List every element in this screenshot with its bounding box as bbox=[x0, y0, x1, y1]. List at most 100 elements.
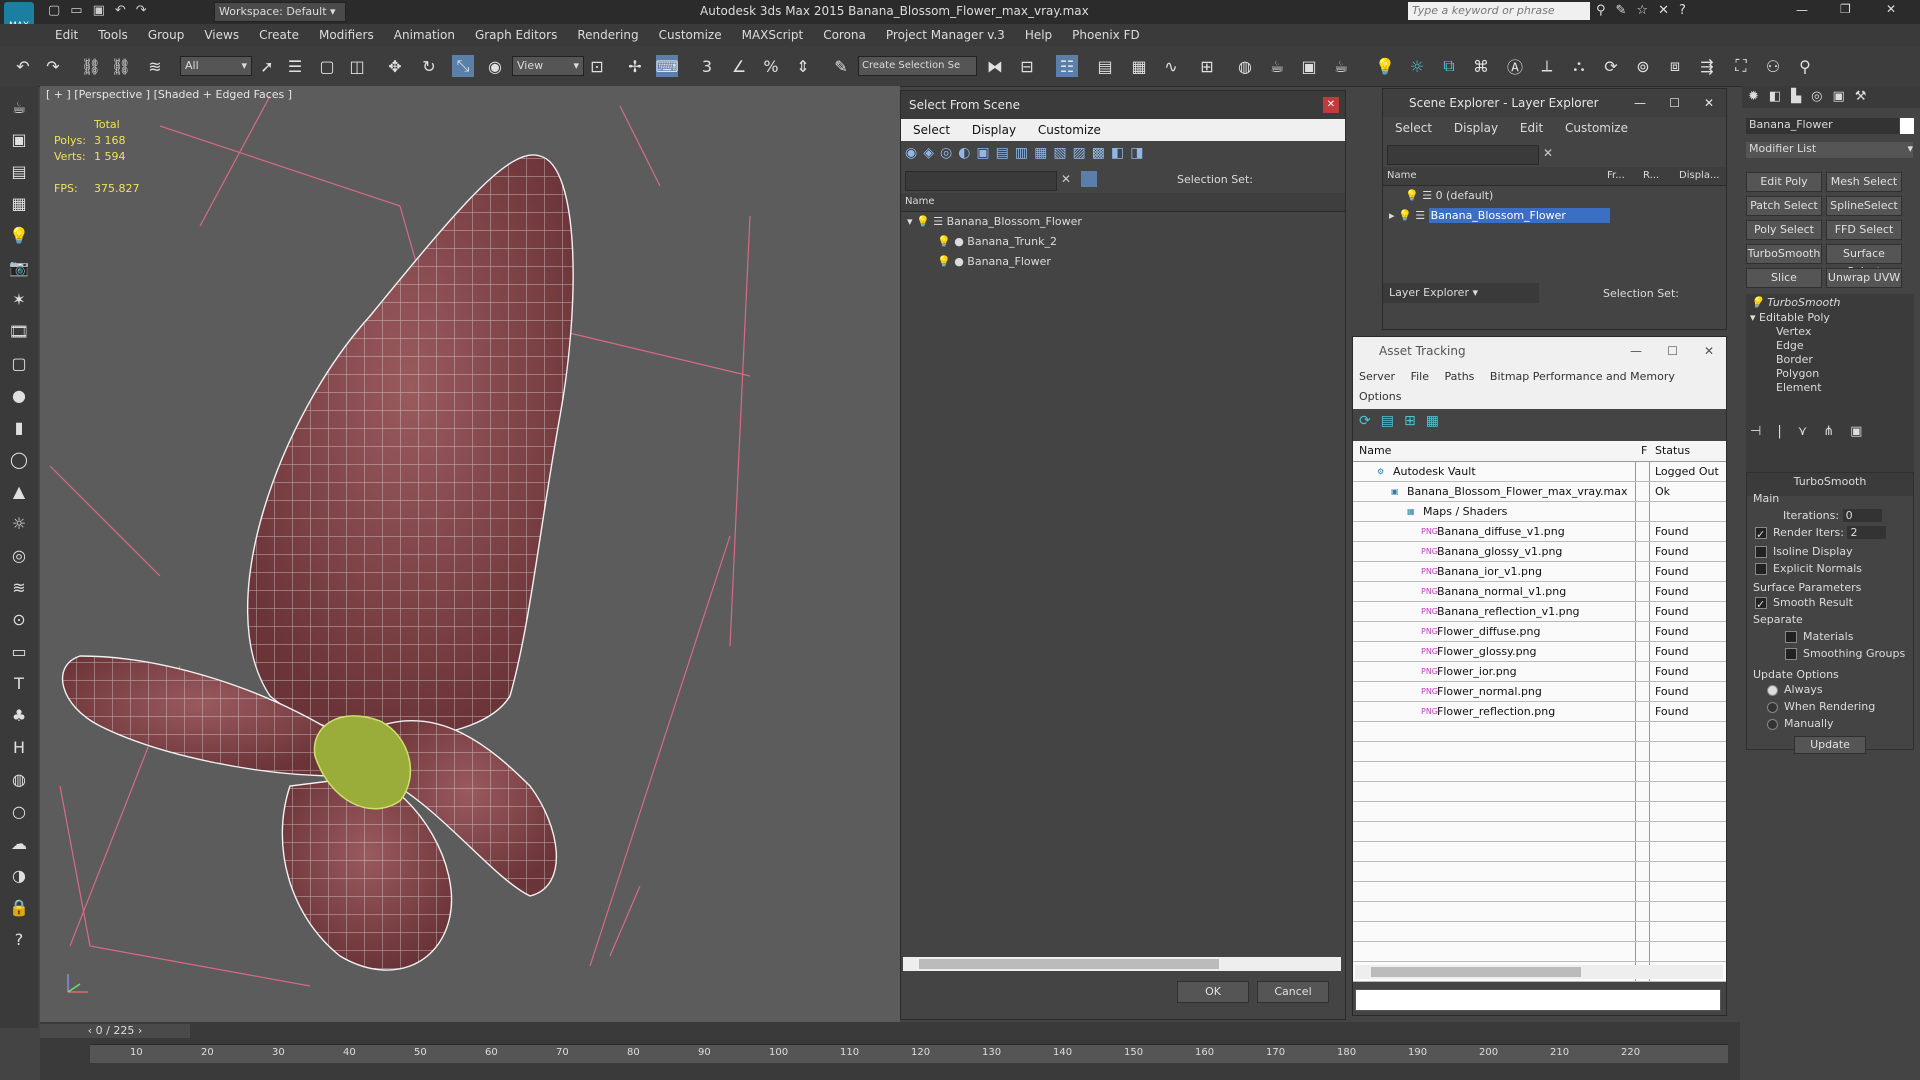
cancel-button[interactable]: Cancel bbox=[1257, 981, 1329, 1003]
tree-icon[interactable]: ♣ bbox=[8, 704, 30, 726]
plugin-icon-6[interactable]: ⇶ bbox=[1696, 55, 1718, 77]
plugin-icon-2[interactable]: ⛬ bbox=[1568, 55, 1590, 77]
asset-row[interactable] bbox=[1353, 762, 1726, 782]
asset-row[interactable]: PNG Banana_normal_v1.png Found bbox=[1353, 582, 1726, 602]
col-frozen[interactable]: Fr... bbox=[1607, 167, 1625, 185]
col-f[interactable]: F bbox=[1641, 441, 1647, 461]
asset-row[interactable] bbox=[1353, 902, 1726, 922]
asset-row[interactable]: PNG Banana_diffuse_v1.png Found bbox=[1353, 522, 1726, 542]
find-input[interactable] bbox=[1387, 145, 1539, 165]
rollout-header[interactable]: TurboSmooth bbox=[1747, 473, 1913, 490]
filter-toggle-icon[interactable] bbox=[1081, 171, 1097, 187]
scale-icon[interactable]: ⤡ bbox=[452, 55, 474, 77]
redo-icon[interactable]: ↷ bbox=[42, 55, 64, 77]
scene-icon[interactable]: ▣ bbox=[8, 128, 30, 150]
menu-display[interactable]: Display bbox=[1454, 121, 1498, 135]
menu-item-animation[interactable]: Animation bbox=[394, 24, 455, 46]
box-icon[interactable]: ▢ bbox=[8, 352, 30, 374]
asset-row[interactable] bbox=[1353, 862, 1726, 882]
stack-item-turbosmooth[interactable]: 💡 TurboSmooth bbox=[1746, 294, 1914, 309]
graphite-toolbar-icon[interactable]: ▦ bbox=[1128, 55, 1150, 77]
modifier-list-dropdown[interactable]: Modifier List ▾ bbox=[1746, 142, 1913, 158]
menu-paths[interactable]: Paths bbox=[1445, 370, 1475, 383]
cylinder-icon[interactable]: ▮ bbox=[8, 416, 30, 438]
asset-row[interactable] bbox=[1353, 722, 1726, 742]
light-icon[interactable]: 💡 bbox=[8, 224, 30, 246]
sun-icon[interactable]: ☼ bbox=[1406, 55, 1428, 77]
plugin-icon-9[interactable]: ⚲ bbox=[1794, 55, 1816, 77]
modifier-button-splineselect[interactable]: SplineSelect bbox=[1826, 196, 1902, 216]
help-icon[interactable]: ? bbox=[8, 928, 30, 950]
asset-toolbar-icons[interactable]: ⟳▤⊞▦ bbox=[1359, 413, 1449, 429]
menu-item-views[interactable]: Views bbox=[204, 24, 239, 46]
asset-row[interactable]: ▣ Banana_Blossom_Flower_max_vray.max Ok bbox=[1353, 482, 1726, 502]
help-tools-icons[interactable]: ⚲✎☆✕? bbox=[1596, 3, 1696, 18]
modifier-button-poly-select[interactable]: Poly Select bbox=[1746, 220, 1822, 240]
manually-radio[interactable] bbox=[1767, 718, 1778, 730]
menu-item-customize[interactable]: Customize bbox=[659, 24, 722, 46]
asset-row[interactable]: ⚙ Autodesk Vault Logged Out bbox=[1353, 462, 1726, 482]
keyboard-shortcut-icon[interactable]: ⌨ bbox=[655, 55, 679, 77]
move-icon[interactable]: ✥ bbox=[384, 55, 406, 77]
minimize-button[interactable]: — bbox=[1630, 337, 1642, 365]
asset-row[interactable] bbox=[1353, 742, 1726, 762]
menu-edit[interactable]: Edit bbox=[1520, 121, 1543, 135]
bind-space-warp-icon[interactable]: ≋ bbox=[144, 55, 166, 77]
menu-item-help[interactable]: Help bbox=[1025, 24, 1052, 46]
layer-row-default[interactable]: 💡 ☰ 0 (default) bbox=[1383, 186, 1726, 206]
unlink-icon[interactable]: ⛓ bbox=[110, 55, 132, 77]
stack-item-edge[interactable]: Edge bbox=[1746, 338, 1914, 352]
quick-access-icons[interactable]: ▢▭▣↶↷ bbox=[48, 3, 157, 18]
select-by-name-icon[interactable]: ☰ bbox=[284, 55, 306, 77]
stack-controls[interactable]: ⊣|⋎⋔▣ bbox=[1750, 424, 1878, 439]
schematic-view-icon[interactable]: ⊞ bbox=[1196, 55, 1218, 77]
object-name-input[interactable]: Banana_Flower bbox=[1746, 118, 1899, 134]
rendered-frame-window-icon[interactable]: ▣ bbox=[1298, 55, 1320, 77]
command-panel-tabs[interactable]: ✹◧▙◎▣⚒ bbox=[1742, 86, 1920, 108]
smooth-result-checkbox[interactable]: ✓ bbox=[1755, 597, 1767, 611]
render-icon[interactable]: ☁ bbox=[8, 832, 30, 854]
update-button[interactable]: Update bbox=[1794, 736, 1866, 754]
link-icon[interactable]: ⛓ bbox=[80, 55, 102, 77]
plugin-icon-8[interactable]: ⚇ bbox=[1762, 55, 1784, 77]
snap-toggle-icon[interactable]: 3 bbox=[696, 55, 718, 77]
stack-item-editable-poly[interactable]: ▾ Editable Poly bbox=[1746, 309, 1914, 324]
object-color-swatch[interactable] bbox=[1900, 118, 1914, 134]
toggle-scene-explorer-icon[interactable]: ☷ bbox=[1056, 55, 1078, 77]
vray-frame-buffer-icon[interactable]: ⧉ bbox=[1438, 55, 1460, 77]
spring-icon[interactable]: ≋ bbox=[8, 576, 30, 598]
perspective-viewport[interactable]: [ + ] [Perspective ] [Shaded + Edged Fac… bbox=[40, 86, 900, 1022]
place-icon[interactable]: ◉ bbox=[484, 55, 506, 77]
close-button[interactable]: ✕ bbox=[1704, 89, 1714, 117]
plugin-icon-3[interactable]: ⟳ bbox=[1600, 55, 1622, 77]
circle-icon[interactable]: ○ bbox=[8, 800, 30, 822]
close-button[interactable]: ✕ bbox=[1886, 2, 1896, 16]
selection-filter-dropdown[interactable]: All ▾ bbox=[180, 56, 252, 76]
undo-icon[interactable]: ↶ bbox=[12, 55, 34, 77]
stack-item-polygon[interactable]: Polygon bbox=[1746, 366, 1914, 380]
menu-customize[interactable]: Customize bbox=[1565, 121, 1628, 135]
select-object-icon[interactable]: ➚ bbox=[256, 55, 278, 77]
reference-coordinate-dropdown[interactable]: View ▾ bbox=[512, 56, 584, 76]
material-editor-icon[interactable]: ◍ bbox=[1234, 55, 1256, 77]
horizontal-scrollbar[interactable] bbox=[903, 957, 1341, 971]
always-radio[interactable] bbox=[1767, 684, 1778, 696]
window-crossing-icon[interactable]: ◫ bbox=[346, 55, 368, 77]
named-selection-set-dropdown[interactable]: Create Selection Se bbox=[858, 56, 977, 76]
mirror-icon[interactable]: ⧓ bbox=[984, 55, 1006, 77]
maximize-button[interactable]: ☐ bbox=[1667, 337, 1678, 365]
layer-icon[interactable]: ▤ bbox=[8, 160, 30, 182]
cone-icon[interactable]: ▲ bbox=[8, 480, 30, 502]
camera-icon[interactable]: 📷 bbox=[8, 256, 30, 278]
menu-bitmap-performance[interactable]: Bitmap Performance and Memory bbox=[1490, 370, 1675, 383]
asset-row[interactable]: PNG Banana_ior_v1.png Found bbox=[1353, 562, 1726, 582]
maximize-button[interactable]: ☐ bbox=[1669, 89, 1680, 117]
when-rendering-radio[interactable] bbox=[1767, 701, 1778, 713]
tube-icon[interactable]: ⊙ bbox=[8, 608, 30, 630]
tree-item-banana-flower[interactable]: 💡 ● Banana_Flower bbox=[901, 252, 1345, 272]
plugin-icon-1[interactable]: ⟂ bbox=[1536, 55, 1558, 77]
helper-icon[interactable]: ✶ bbox=[8, 288, 30, 310]
sphere-icon[interactable]: ● bbox=[8, 384, 30, 406]
edit-named-selection-icon[interactable]: ✎ bbox=[830, 55, 852, 77]
menu-customize[interactable]: Customize bbox=[1038, 123, 1101, 137]
